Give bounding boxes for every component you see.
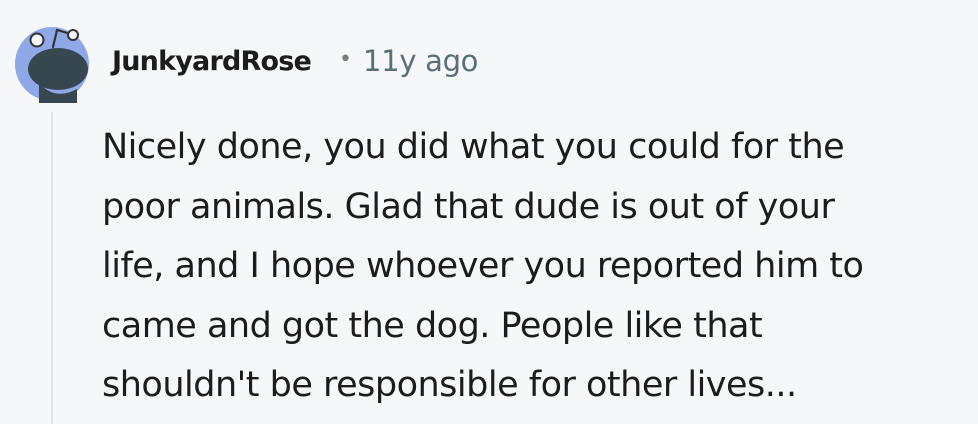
comment-body-line: poor animals. Glad that dude is out of y… [102,186,835,227]
comment-body-line: shouldn't be responsible for other lives… [102,365,797,405]
username-link[interactable]: JunkyardRose [112,46,312,77]
timestamp[interactable]: 11y ago [363,44,478,78]
comment-body-line: came and got the dog. People like that [102,305,763,346]
avatar[interactable] [15,9,89,103]
comment-body: Nicely done, you did what you could for … [102,118,962,416]
comment: JunkyardRose • 11y ago Nicely done, you … [0,0,978,424]
comment-body-line: Nicely done, you did what you could for … [102,127,845,167]
thread-line[interactable] [51,112,53,424]
separator-dot: • [339,46,353,72]
snoo-avatar-icon [15,27,89,103]
comment-header: JunkyardRose • 11y ago [112,38,478,84]
comment-body-line: life, and I hope whoever you reported hi… [102,246,864,286]
